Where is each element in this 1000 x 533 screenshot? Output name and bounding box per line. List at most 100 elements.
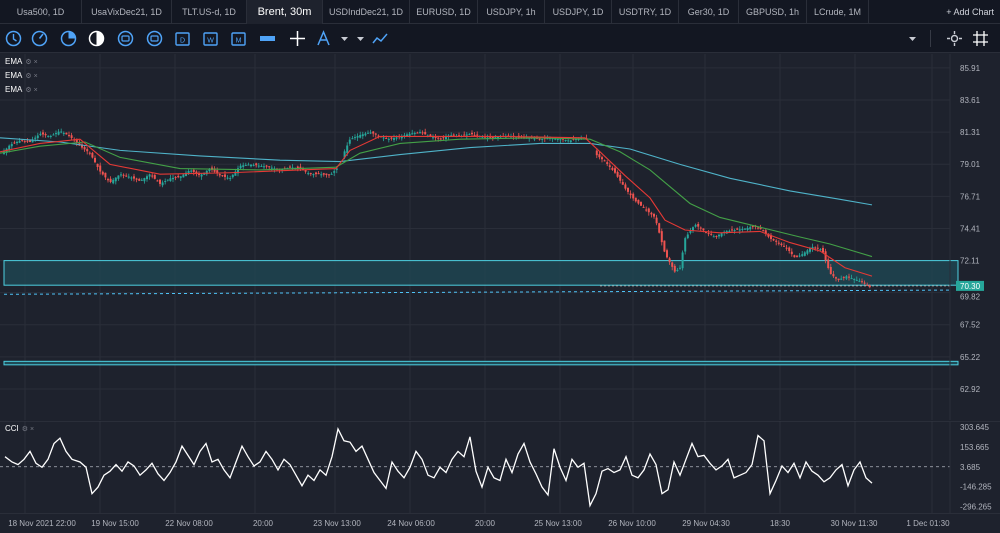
calendar-w-icon[interactable]: W — [202, 30, 219, 47]
candle-body — [569, 140, 572, 143]
crosshair-icon[interactable] — [289, 30, 306, 47]
candle-body — [143, 178, 146, 182]
candle-body — [468, 133, 471, 135]
cci-settings-icon[interactable]: ⚙ × — [22, 425, 34, 433]
candle-body — [627, 187, 629, 192]
price-chart[interactable]: 85.91 83.61 81.31 79.01 76.71 74.41 72.11 67.52… — [0, 54, 1000, 420]
candle-body — [156, 180, 159, 182]
speedometer-icon[interactable] — [31, 30, 48, 47]
candle-body — [788, 247, 791, 252]
cci-axis-label: 153.665 — [960, 443, 989, 452]
candle-body — [432, 137, 434, 139]
text-tool-icon[interactable] — [315, 30, 332, 47]
candle-body — [140, 179, 143, 181]
time-label: 23 Nov 13:00 — [313, 519, 361, 528]
cci-axis-label: -146.285 — [960, 483, 992, 492]
candle-body — [169, 178, 172, 182]
candle-body — [39, 133, 42, 136]
candle-body — [673, 265, 676, 272]
pie-icon[interactable] — [60, 30, 77, 47]
candle-body — [842, 276, 845, 278]
candle-body — [538, 138, 541, 140]
half-circle-icon[interactable] — [88, 30, 105, 47]
calendar-d-icon[interactable]: D — [174, 30, 191, 47]
tab-ger30-1d[interactable]: Ger30, 1D — [679, 0, 739, 24]
line-style-icon[interactable] — [372, 30, 389, 47]
candle-body — [346, 145, 349, 153]
candle-body — [728, 230, 731, 232]
svg-text:W: W — [207, 38, 214, 45]
candle-body — [320, 174, 323, 176]
candle-body — [840, 278, 843, 280]
time-label: 24 Nov 06:00 — [387, 519, 435, 528]
candle-body — [57, 131, 60, 135]
time-label: 30 Nov 11:30 — [831, 519, 879, 528]
time-label: 18 Nov 2021 22:00 — [8, 519, 76, 528]
add-chart-button[interactable]: + Add Chart — [946, 0, 994, 24]
tab-usdinddec21-1d[interactable]: USDIndDec21, 1D — [323, 0, 410, 24]
candle-body — [315, 172, 317, 175]
cci-legend[interactable]: CCI ⚙ × — [5, 424, 34, 433]
candle-body — [70, 135, 73, 138]
candle-body — [738, 229, 741, 231]
resistance-zone[interactable] — [3, 260, 959, 286]
tab-gbpusd-1h[interactable]: GBPUSD, 1h — [739, 0, 807, 24]
candle-body — [689, 230, 692, 233]
cci-indicator-pane[interactable]: 303.645 153.665 3.685 -146.285 -296.265 CCI … — [0, 420, 1000, 513]
ema-legend-1[interactable]: EMA ⚙ × — [5, 57, 38, 66]
price-label: 62.92 — [960, 385, 981, 394]
ema-settings-icon-2[interactable]: ⚙ × — [25, 72, 37, 80]
candle-body — [634, 197, 637, 202]
candle-body — [668, 258, 671, 263]
ema-settings-icon-1[interactable]: ⚙ × — [25, 58, 37, 66]
ema-label-2: EMA — [5, 71, 23, 80]
ema-legend-2[interactable]: EMA ⚙ × — [5, 71, 38, 80]
candle-body — [125, 175, 128, 177]
settings-icon[interactable] — [946, 30, 963, 47]
tab-usdjpy-1d[interactable]: USDJPY, 1D — [545, 0, 612, 24]
candle-body — [655, 217, 658, 224]
tab-usavixdec21-1d[interactable]: UsaVixDec21, 1D — [82, 0, 172, 24]
tab-tlt-us-d-1d[interactable]: TLT.US-d, 1D — [172, 0, 247, 24]
candle-body — [244, 164, 247, 166]
support-zone[interactable] — [3, 360, 959, 366]
candle-body — [757, 227, 759, 229]
gauge-icon[interactable] — [117, 30, 134, 47]
candle-body — [775, 240, 778, 242]
tab-usa500-1d[interactable]: Usa500, 1D — [0, 0, 82, 24]
tab-usdjpy-1h[interactable]: USDJPY, 1h — [478, 0, 545, 24]
candle-body — [861, 281, 863, 283]
candle-body — [130, 177, 133, 179]
tab-lcrude-1m[interactable]: LCrude, 1M — [807, 0, 869, 24]
price-label: 83.61 — [960, 96, 981, 105]
marker-dropdown-icon[interactable] — [352, 30, 364, 47]
line-dropdown-icon[interactable] — [904, 30, 916, 47]
candle-body — [133, 176, 135, 179]
candle-body — [694, 224, 697, 227]
candle-body — [850, 278, 853, 280]
candle-body — [806, 250, 809, 254]
tab-usdtry-1d[interactable]: USDTRY, 1D — [612, 0, 679, 24]
clock-icon[interactable] — [5, 30, 22, 47]
gauge-2-icon[interactable] — [146, 30, 163, 47]
tab-eurusd-1d[interactable]: EURUSD, 1D — [410, 0, 478, 24]
grid-icon[interactable] — [972, 30, 989, 47]
cci-canvas[interactable]: 303.645 153.665 3.685 -146.285 -296.265 — [0, 420, 1000, 513]
text-dropdown-icon[interactable] — [336, 30, 348, 47]
candle-type-icon[interactable] — [259, 30, 276, 47]
candle-body — [369, 132, 372, 134]
calendar-m-icon[interactable]: M — [230, 30, 247, 47]
tab-brent-30m[interactable]: Brent, 30m — [247, 0, 323, 24]
ema-label-1: EMA — [5, 57, 23, 66]
candle-body — [837, 278, 840, 280]
price-label: 65.22 — [960, 353, 981, 362]
ema-settings-icon-3[interactable]: ⚙ × — [25, 86, 37, 94]
candle-body — [749, 227, 752, 230]
candle-body — [679, 267, 681, 269]
price-chart-canvas[interactable]: 85.91 83.61 81.31 79.01 76.71 74.41 72.11 67.52… — [0, 54, 1000, 420]
candle-body — [385, 137, 388, 139]
candle-body — [221, 175, 224, 177]
ema-legend-3[interactable]: EMA ⚙ × — [5, 85, 38, 94]
candle-body — [260, 165, 263, 167]
candle-body — [408, 133, 411, 136]
